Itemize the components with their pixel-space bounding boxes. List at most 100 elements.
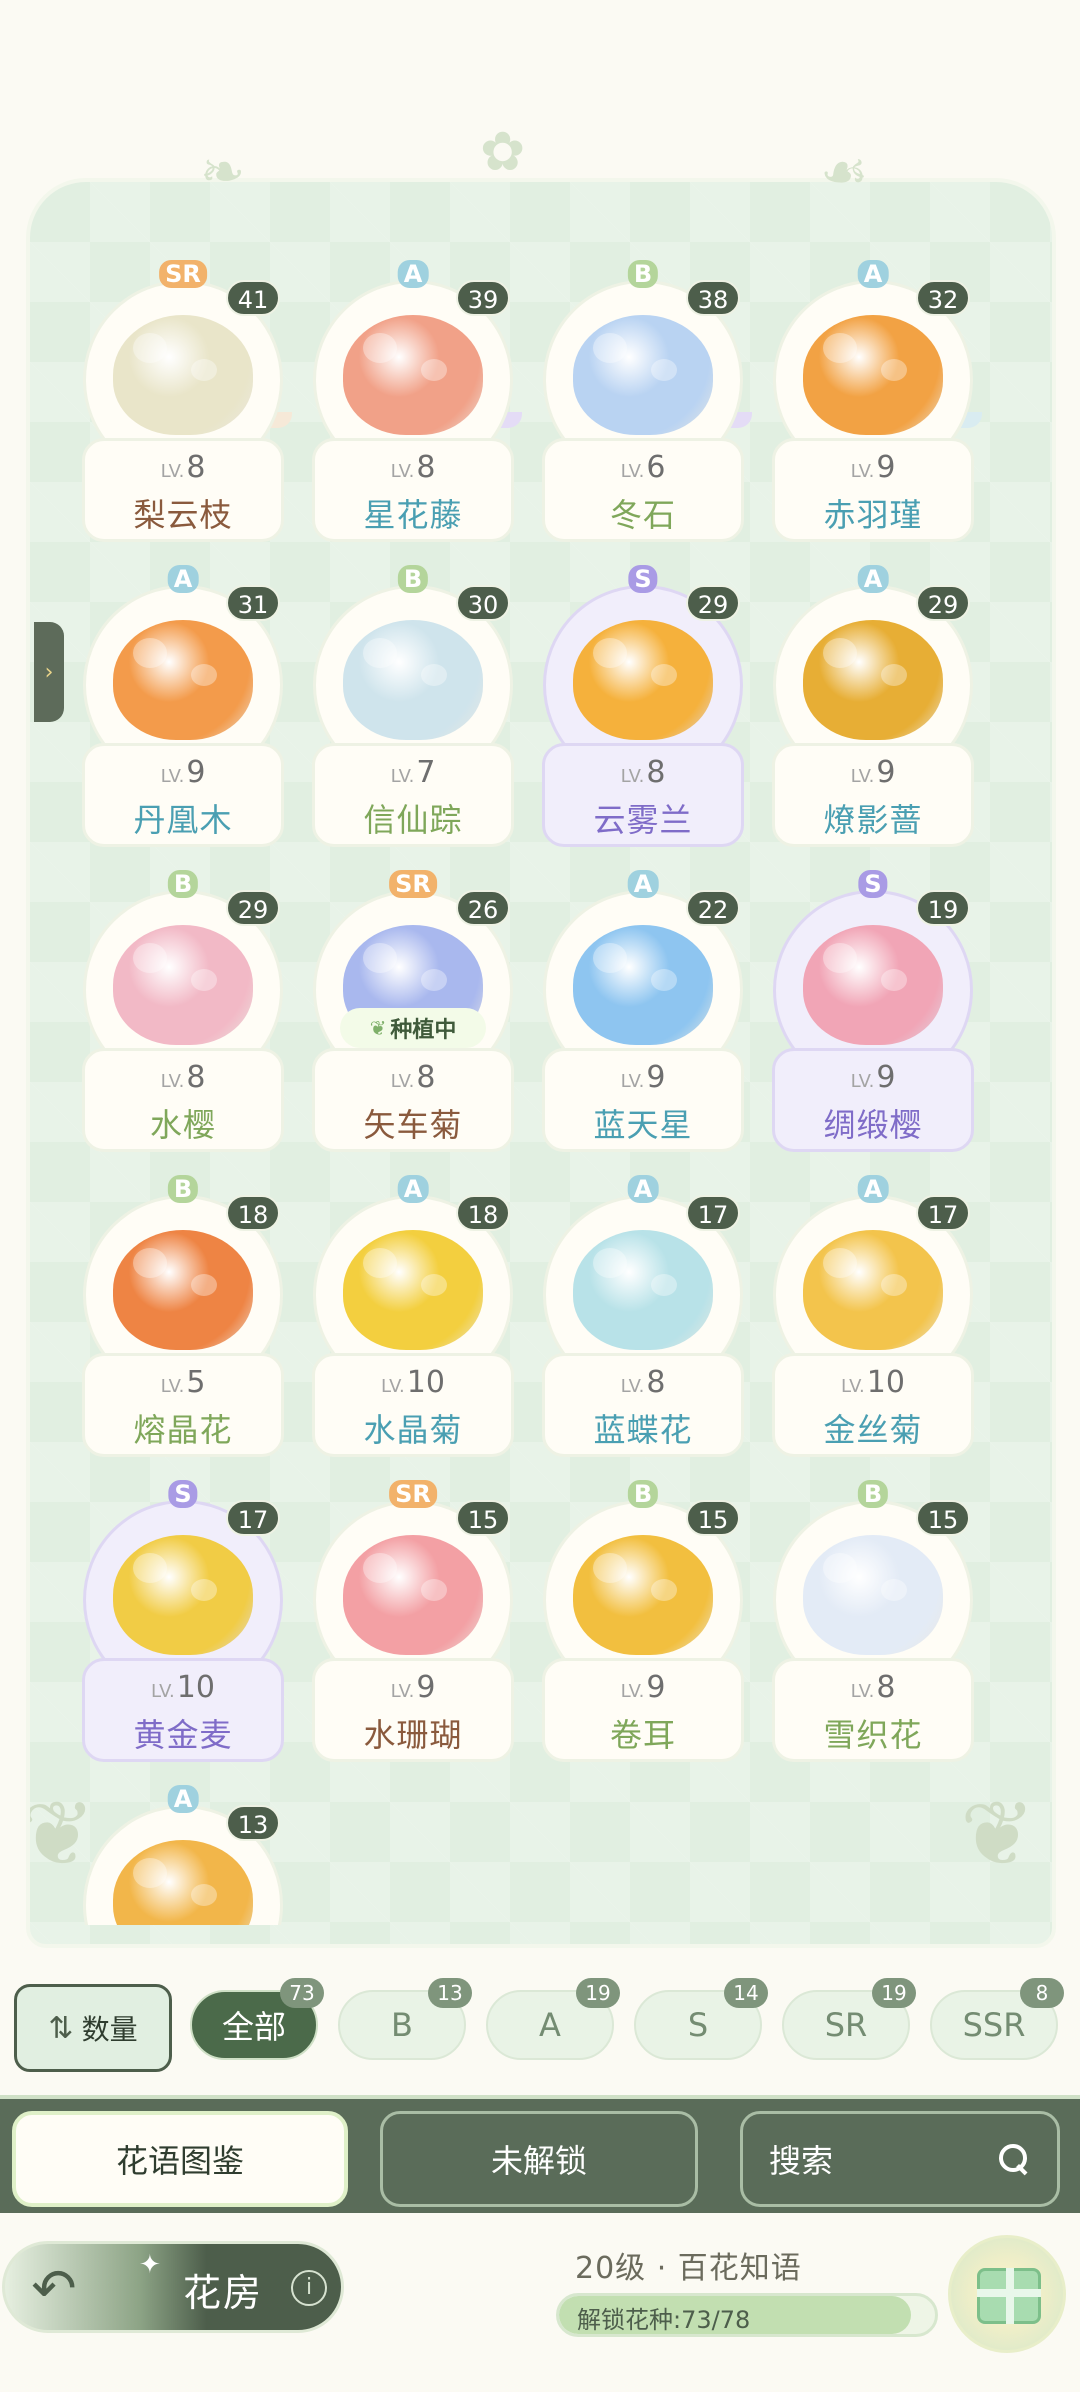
sort-label: 数量	[81, 2013, 138, 2046]
count-badge: 30	[456, 585, 510, 621]
level-number: 9	[416, 1670, 436, 1705]
filter-tab-label: SR	[824, 2006, 868, 2044]
maple-tree-icon	[113, 620, 253, 740]
rarity-badge: SR	[159, 260, 207, 288]
flower-name: 云雾兰	[593, 801, 693, 839]
unlock-progress-bar: 解锁花种:73/78	[556, 2293, 938, 2337]
level-prefix: LV.	[620, 1681, 645, 1702]
level-number: 8	[186, 1060, 206, 1095]
rarity-badge: A	[857, 1175, 889, 1203]
count-badge: 15	[686, 1500, 740, 1536]
filter-tab-label: 全部	[221, 2008, 286, 2046]
info-icon[interactable]: i	[291, 2270, 327, 2306]
flower-level: LV.8	[308, 1060, 518, 1095]
flower-card[interactable]: S 17 LV.10 黄金麦	[78, 1480, 288, 1770]
rarity-badge: B	[627, 260, 659, 288]
count-badge: 39	[456, 280, 510, 316]
tab-locked[interactable]: 未解锁	[380, 2111, 698, 2207]
count-badge: 26	[456, 890, 510, 926]
level-prefix: LV.	[160, 1071, 185, 1092]
flower-level: LV.9	[538, 1670, 748, 1705]
level-prefix: LV.	[841, 1376, 865, 1397]
filter-count-badge: 73	[280, 1978, 324, 2008]
tab-catalog[interactable]: 花语图鉴	[12, 2111, 348, 2207]
flower-name: 燎影蔷	[823, 801, 923, 839]
flower-card[interactable]: SR 15 LV.9 水珊瑚	[308, 1480, 518, 1770]
flower-card[interactable]: S 29 LV.8 云雾兰	[538, 565, 748, 855]
rarity-badge: A	[627, 1175, 659, 1203]
level-prefix: LV.	[390, 766, 415, 787]
rarity-badge: A	[397, 260, 429, 288]
flower-card[interactable]: A 18 LV.10 水晶菊	[308, 1175, 518, 1465]
level-prefix: LV.	[620, 1376, 645, 1397]
flower-card[interactable]: B 18 LV.5 熔晶花	[78, 1175, 288, 1465]
butterfly-flower-icon	[573, 1230, 713, 1350]
level-number: 9	[186, 755, 206, 790]
flower-card[interactable]: A 39 LV.8 星花藤	[308, 260, 518, 550]
side-expand-tab[interactable]: ›	[34, 622, 64, 722]
flower-level: LV.6	[538, 450, 748, 485]
flower-card[interactable]: A 17 LV.10 金丝菊	[768, 1175, 978, 1465]
filter-count-badge: 19	[576, 1978, 620, 2008]
filter-tab[interactable]: A 19	[486, 1978, 620, 2060]
flower-name: 水晶菊	[363, 1411, 463, 1449]
flower-name: 卷耳	[609, 1716, 676, 1754]
sort-arrows-icon: ⇅	[48, 2010, 74, 2046]
count-badge: 32	[916, 280, 970, 316]
level-number: 10	[866, 1365, 905, 1400]
flower-card[interactable]: A 22 LV.9 蓝天星	[538, 870, 748, 1160]
rarity-badge: A	[627, 870, 659, 898]
snow-lily-icon	[803, 1535, 943, 1655]
level-prefix: LV.	[151, 1681, 175, 1702]
flower-card[interactable]: B 29 LV.8 水樱	[78, 870, 288, 1160]
filter-tab[interactable]: SR 19	[782, 1978, 916, 2060]
rarity-badge: A	[167, 565, 199, 593]
flower-level: LV.10	[768, 1365, 978, 1400]
search-button[interactable]: 搜索	[740, 2111, 1060, 2207]
level-number: 9	[876, 450, 896, 485]
flower-level: LV.8	[78, 1060, 288, 1095]
orange-orchid-icon	[573, 620, 713, 740]
flower-card[interactable]: A 17 LV.8 蓝蝶花	[538, 1175, 748, 1465]
level-prefix: LV.	[620, 461, 645, 482]
filter-tab[interactable]: B 13	[338, 1978, 472, 2060]
flower-name: 丹凰木	[133, 801, 233, 839]
flower-card[interactable]: B 30 LV.7 信仙踪	[308, 565, 518, 855]
gift-reward-button[interactable]	[948, 2235, 1066, 2353]
count-badge: 41	[226, 280, 280, 316]
flower-card[interactable]: SR 41 LV.8 梨云枝	[78, 260, 288, 550]
satin-cherry-icon	[803, 925, 943, 1045]
flower-card[interactable]: SR 26 ❦ 种植中 LV.8 矢车菊	[308, 870, 518, 1160]
rarity-badge: S	[168, 1480, 198, 1508]
flower-card[interactable]: B 15 LV.8 雪织花	[768, 1480, 978, 1770]
flower-name: 蓝蝶花	[593, 1411, 693, 1449]
level-title: 20级 · 百花知语	[575, 2251, 802, 2286]
level-number: 10	[406, 1365, 445, 1400]
flower-card[interactable]: A 32 LV.9 赤羽瑾	[768, 260, 978, 550]
flower-card[interactable]: A 13	[78, 1785, 288, 1925]
level-prefix: LV.	[850, 766, 875, 787]
level-number: 9	[876, 1060, 896, 1095]
back-label: 花房	[183, 2271, 264, 2315]
flower-card[interactable]: B 38 LV.6 冬石	[538, 260, 748, 550]
flower-card[interactable]: S 19 LV.9 绸缎樱	[768, 870, 978, 1160]
back-button[interactable]: ↶ ✦ 花房 i	[2, 2241, 344, 2333]
level-number: 9	[646, 1670, 666, 1705]
golden-wheat-icon	[113, 1535, 253, 1655]
level-number: 9	[646, 1060, 666, 1095]
count-badge: 13	[226, 1805, 280, 1841]
sort-button[interactable]: ⇅ 数量	[14, 1984, 172, 2072]
count-badge: 15	[916, 1500, 970, 1536]
level-number: 9	[876, 755, 896, 790]
filter-bar: ⇅ 数量 全部 73 B 13 A 19 S 14 SR 19 SSR 8	[0, 1968, 1080, 2072]
filter-tab[interactable]: SSR 8	[930, 1978, 1064, 2060]
filter-tab[interactable]: S 14	[634, 1978, 768, 2060]
filter-tab[interactable]: 全部 73	[190, 1978, 324, 2060]
search-label: 搜索	[769, 2142, 834, 2180]
flower-card[interactable]: A 31 LV.9 丹凰木	[78, 565, 288, 855]
flower-name: 星花藤	[363, 496, 463, 534]
flower-card[interactable]: B 15 LV.9 卷耳	[538, 1480, 748, 1770]
flower-card[interactable]: A 29 LV.9 燎影蔷	[768, 565, 978, 855]
count-badge: 31	[226, 585, 280, 621]
search-icon	[997, 2142, 1031, 2176]
